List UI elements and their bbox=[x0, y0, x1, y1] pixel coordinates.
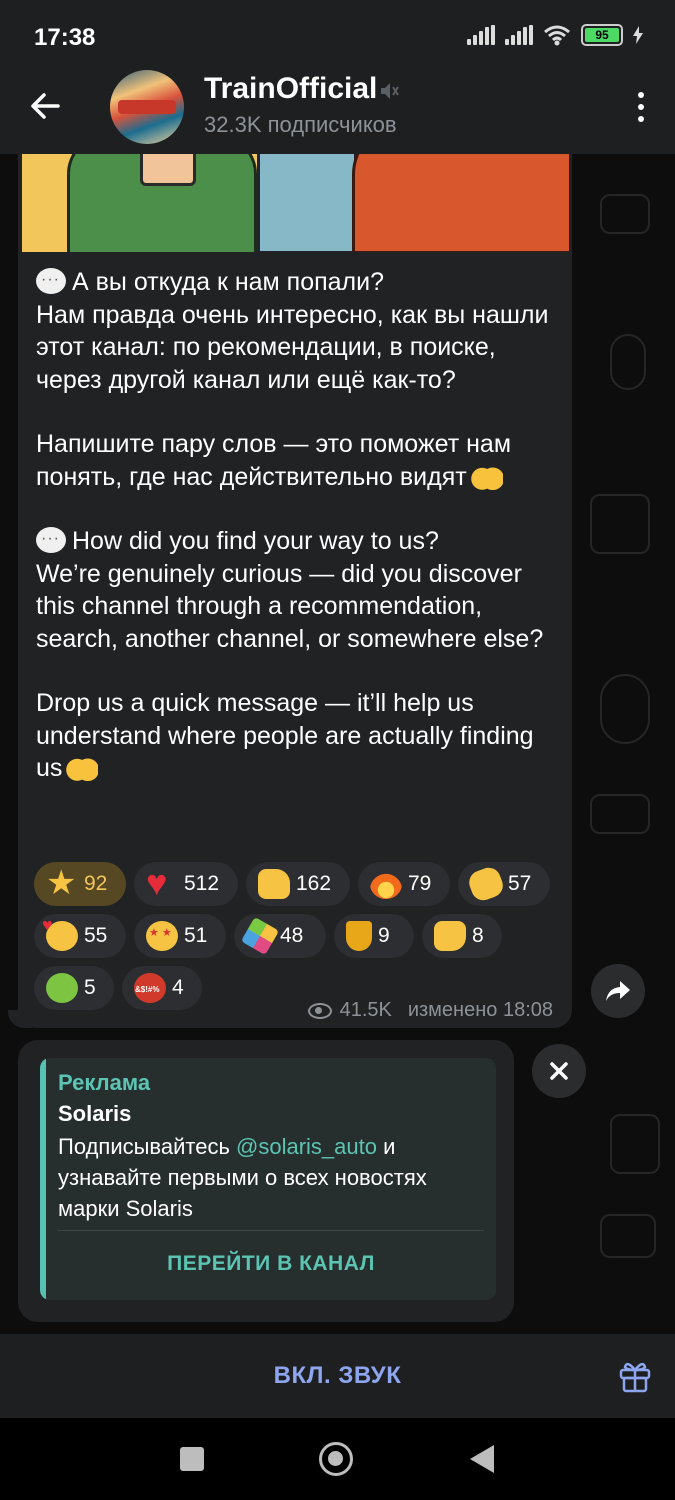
reaction-party[interactable]: 48 bbox=[234, 914, 326, 958]
message-paragraph-3: How did you find your way to us? We’re g… bbox=[36, 523, 566, 655]
speech-bubble-icon bbox=[36, 523, 66, 556]
message-text: А вы откуда к нам попали? Нам правда оче… bbox=[36, 264, 566, 785]
battery-level: 95 bbox=[585, 28, 619, 42]
reaction-trophy[interactable]: 9 bbox=[334, 914, 414, 958]
close-icon bbox=[550, 1062, 568, 1080]
wallpaper-doodle bbox=[590, 494, 650, 554]
post-illustration[interactable] bbox=[22, 154, 570, 252]
signal-icon bbox=[467, 25, 495, 45]
reaction-clap[interactable]: 57 bbox=[458, 862, 550, 906]
bottom-bar: ВКЛ. ЗВУК bbox=[0, 1334, 675, 1418]
message-meta: 41.5K изменено 18:08 bbox=[307, 999, 553, 1022]
wallpaper-doodle bbox=[600, 674, 650, 744]
share-arrow-icon bbox=[606, 981, 630, 1001]
reaction-thumbs-up[interactable]: 162 bbox=[246, 862, 350, 906]
wallpaper-doodle bbox=[590, 794, 650, 834]
ad-mention-link[interactable]: @solaris_auto bbox=[236, 1134, 377, 1159]
battery-icon: 95 bbox=[581, 24, 623, 46]
channel-avatar[interactable] bbox=[110, 70, 184, 144]
reaction-star[interactable]: 92 bbox=[34, 862, 126, 906]
smiling-face-with-hearts-icon bbox=[42, 915, 78, 951]
go-to-channel-button[interactable]: ПЕРЕЙТИ В КАНАЛ bbox=[58, 1234, 484, 1294]
share-button[interactable] bbox=[591, 964, 645, 1018]
sponsored-message: Реклама Solaris Подписывайтесь @solaris_… bbox=[18, 1040, 514, 1322]
gift-icon[interactable] bbox=[617, 1358, 653, 1394]
signal-icon-2 bbox=[505, 25, 533, 45]
ad-body: Подписывайтесь @solaris_auto и узнавайте… bbox=[58, 1134, 427, 1221]
raising-hands-icon bbox=[66, 753, 99, 781]
close-ad-button[interactable] bbox=[532, 1044, 586, 1098]
wallpaper-doodle bbox=[600, 1214, 656, 1258]
view-count: 41.5K bbox=[339, 999, 392, 1021]
reaction-in-love[interactable]: 55 bbox=[34, 914, 126, 958]
chat-header: TrainOfficial 32.3K подписчиков bbox=[0, 58, 675, 154]
charging-icon bbox=[633, 26, 643, 44]
fire-icon bbox=[370, 869, 402, 899]
thumbs-down-icon bbox=[434, 921, 466, 951]
reaction-heart[interactable]: 512 bbox=[134, 862, 238, 906]
raising-hands-icon bbox=[470, 461, 503, 490]
ad-title: Solaris bbox=[58, 1101, 132, 1126]
more-vertical-icon[interactable] bbox=[637, 92, 645, 122]
back-triangle-icon[interactable] bbox=[470, 1445, 494, 1473]
reaction-star-struck[interactable]: 51 bbox=[134, 914, 226, 958]
reaction-vomit[interactable]: 5 bbox=[34, 966, 114, 1010]
wallpaper-doodle bbox=[610, 1114, 660, 1174]
star-icon bbox=[46, 863, 78, 903]
message-paragraph-1: А вы откуда к нам попали? Нам правда оче… bbox=[36, 264, 566, 396]
clapping-hands-icon bbox=[465, 864, 507, 904]
vomiting-face-icon bbox=[46, 973, 78, 1003]
red-heart-icon bbox=[146, 862, 178, 904]
trophy-icon bbox=[346, 921, 372, 951]
recents-icon[interactable] bbox=[180, 1447, 204, 1471]
star-struck-icon bbox=[146, 921, 178, 951]
home-icon[interactable] bbox=[319, 1442, 353, 1476]
accent-bar bbox=[40, 1058, 46, 1300]
subscriber-count: 32.3K подписчиков bbox=[204, 112, 397, 137]
back-arrow-icon[interactable] bbox=[28, 88, 64, 124]
status-icons: 95 bbox=[467, 24, 643, 46]
wallpaper-doodle bbox=[600, 194, 650, 234]
reaction-cursing[interactable]: 4 bbox=[122, 966, 202, 1010]
channel-title[interactable]: TrainOfficial bbox=[204, 72, 377, 106]
cursing-face-icon bbox=[134, 973, 166, 1003]
chat-area[interactable]: А вы откуда к нам попали? Нам правда оче… bbox=[0, 154, 675, 1334]
ad-label: Реклама bbox=[58, 1070, 151, 1095]
eye-icon bbox=[307, 1002, 332, 1019]
reaction-thumbs-down[interactable]: 8 bbox=[422, 914, 502, 958]
ad-divider bbox=[58, 1230, 484, 1231]
thumbs-up-icon bbox=[258, 869, 290, 899]
system-navigation-bar bbox=[0, 1418, 675, 1500]
status-time: 17:38 bbox=[34, 24, 96, 51]
message-paragraph-4: Drop us a quick message — it’ll help us … bbox=[36, 689, 534, 782]
edited-time: изменено 18:08 bbox=[407, 999, 553, 1021]
muted-speaker-icon bbox=[381, 83, 399, 99]
sponsored-card[interactable]: Реклама Solaris Подписывайтесь @solaris_… bbox=[40, 1058, 496, 1300]
wifi-icon bbox=[544, 25, 570, 46]
party-popper-icon bbox=[240, 916, 280, 956]
wallpaper-doodle bbox=[610, 334, 646, 390]
reaction-fire[interactable]: 79 bbox=[358, 862, 450, 906]
unmute-button[interactable]: ВКЛ. ЗВУК bbox=[0, 1334, 675, 1418]
message-paragraph-2: Напишите пару слов — это поможет нам пон… bbox=[36, 430, 512, 491]
speech-bubble-icon bbox=[36, 264, 66, 297]
